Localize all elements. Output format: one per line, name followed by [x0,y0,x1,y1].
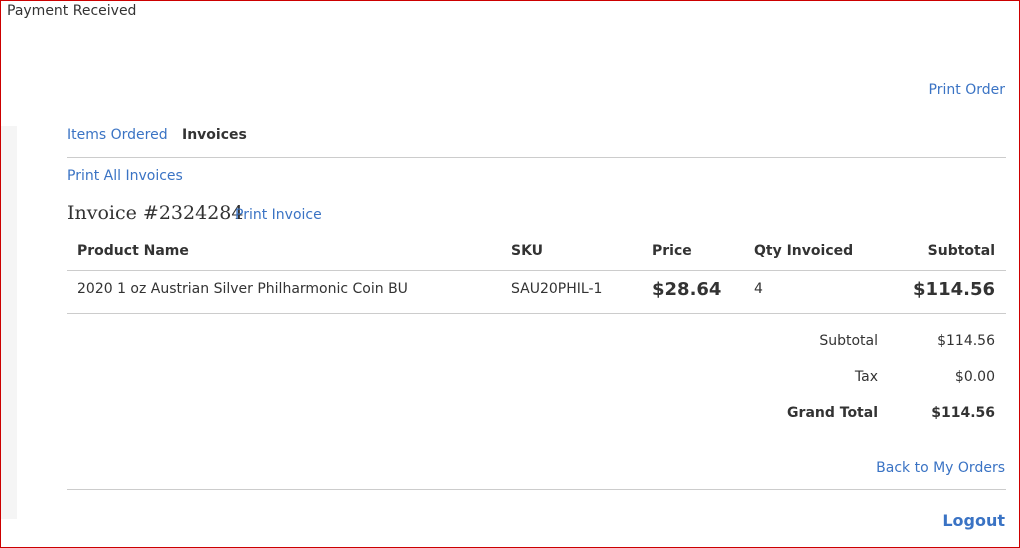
totals-label: Tax [854,369,878,385]
sku-cell: SAU20PHIL-1 [511,281,603,297]
print-all-invoices-link[interactable]: Print All Invoices [67,168,183,184]
product-name-cell: 2020 1 oz Austrian Silver Philharmonic C… [77,281,408,297]
payment-status-text: Payment Received [7,3,137,19]
print-order-link[interactable]: Print Order [929,82,1005,98]
left-sidebar-rail [1,126,17,519]
totals-row-grand-total: Grand Total $114.56 [67,405,1006,441]
table-header: Product Name SKU Price Qty Invoiced Subt… [67,234,1006,271]
tab-items-ordered[interactable]: Items Ordered [67,127,168,143]
back-to-my-orders-link[interactable]: Back to My Orders [876,460,1005,476]
invoice-items-table: Product Name SKU Price Qty Invoiced Subt… [67,234,1006,314]
totals-label: Grand Total [787,405,878,421]
qty-cell: 4 [754,281,763,297]
tab-invoices[interactable]: Invoices [182,127,247,143]
header-product-name: Product Name [77,243,189,259]
header-qty-invoiced: Qty Invoiced [754,243,854,259]
print-invoice-link[interactable]: Print Invoice [235,207,322,223]
subtotal-cell: $114.56 [913,279,995,300]
header-subtotal: Subtotal [927,243,995,259]
totals-row-tax: Tax $0.00 [67,369,1006,405]
header-price: Price [652,243,692,259]
totals-label: Subtotal [819,333,878,349]
logout-link[interactable]: Logout [942,511,1005,530]
totals-value: $0.00 [954,369,995,385]
totals-row-subtotal: Subtotal $114.56 [67,333,1006,369]
totals-value: $114.56 [937,333,995,349]
invoice-totals: Subtotal $114.56 Tax $0.00 Grand Total $… [67,333,1006,441]
order-tabs: Items Ordered Invoices [67,127,1006,158]
footer-divider [67,489,1006,490]
price-cell: $28.64 [652,279,722,300]
header-sku: SKU [511,243,544,259]
invoice-title: Invoice #2324284 [67,202,244,224]
table-row: 2020 1 oz Austrian Silver Philharmonic C… [67,271,1006,314]
totals-value: $114.56 [931,405,995,421]
